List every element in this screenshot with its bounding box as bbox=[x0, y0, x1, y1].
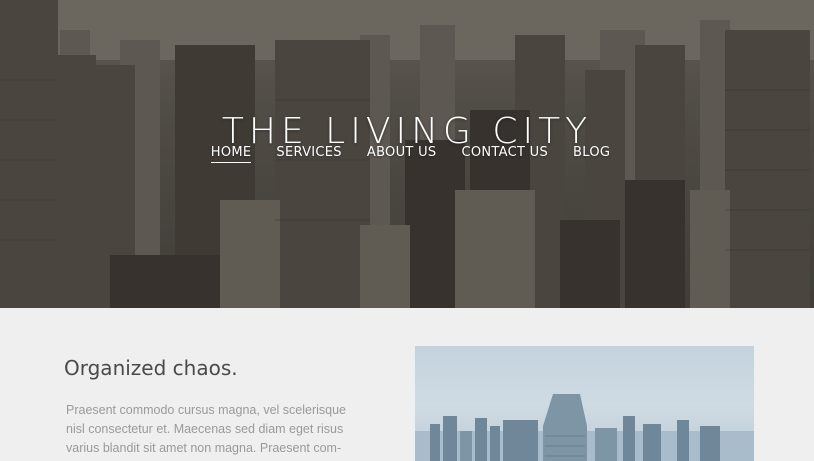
section-heading: Organized chaos. bbox=[64, 356, 238, 380]
main-nav: HOME SERVICES ABOUT US CONTACT US BLOG bbox=[0, 145, 814, 163]
body-paragraph: Praesent commodo cursus magna, vel scele… bbox=[66, 403, 346, 461]
nav-services[interactable]: SERVICES bbox=[276, 145, 341, 163]
nav-about-us[interactable]: ABOUT US bbox=[367, 145, 437, 163]
content-section: Organized chaos. Praesent commodo cursus… bbox=[0, 308, 814, 461]
hero-banner: THE LIVING CITY HOME SERVICES ABOUT US C… bbox=[0, 0, 814, 308]
nav-blog[interactable]: BLOG bbox=[573, 145, 610, 163]
page: THE LIVING CITY HOME SERVICES ABOUT US C… bbox=[0, 0, 814, 461]
nav-contact-us[interactable]: CONTACT US bbox=[461, 145, 548, 163]
skyline-photo-image bbox=[415, 394, 754, 461]
city-photo bbox=[415, 346, 754, 461]
nav-home[interactable]: HOME bbox=[210, 145, 252, 163]
